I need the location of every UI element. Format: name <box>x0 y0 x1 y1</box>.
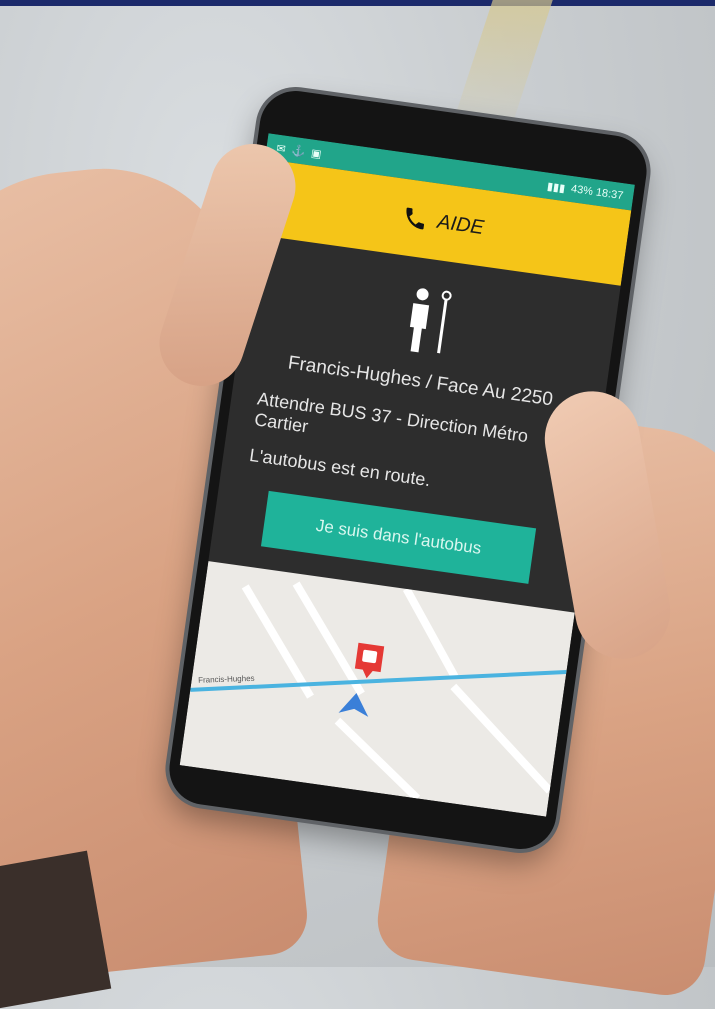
status-icons-right: ▮▮▮ 43% 18:37 <box>546 179 624 203</box>
map-canvas <box>190 581 567 802</box>
top-banner-strip <box>0 0 715 6</box>
help-button-label: AIDE <box>436 210 486 239</box>
status-time: 43% 18:37 <box>570 183 625 203</box>
on-bus-button-label: Je suis dans l'autobus <box>314 516 483 559</box>
on-bus-button[interactable]: Je suis dans l'autobus <box>260 491 537 585</box>
bus-stop-marker-icon <box>354 642 385 679</box>
signal-icon: ▮▮▮ <box>546 180 566 195</box>
navigation-arrow-icon <box>338 692 369 717</box>
phone-icon <box>406 207 424 230</box>
usb-icon: ⚓ <box>290 144 307 159</box>
image-icon: ▣ <box>310 146 323 161</box>
bus-stop-person-icon <box>409 288 452 354</box>
map-view[interactable]: Francis-Hughes <box>179 561 575 817</box>
